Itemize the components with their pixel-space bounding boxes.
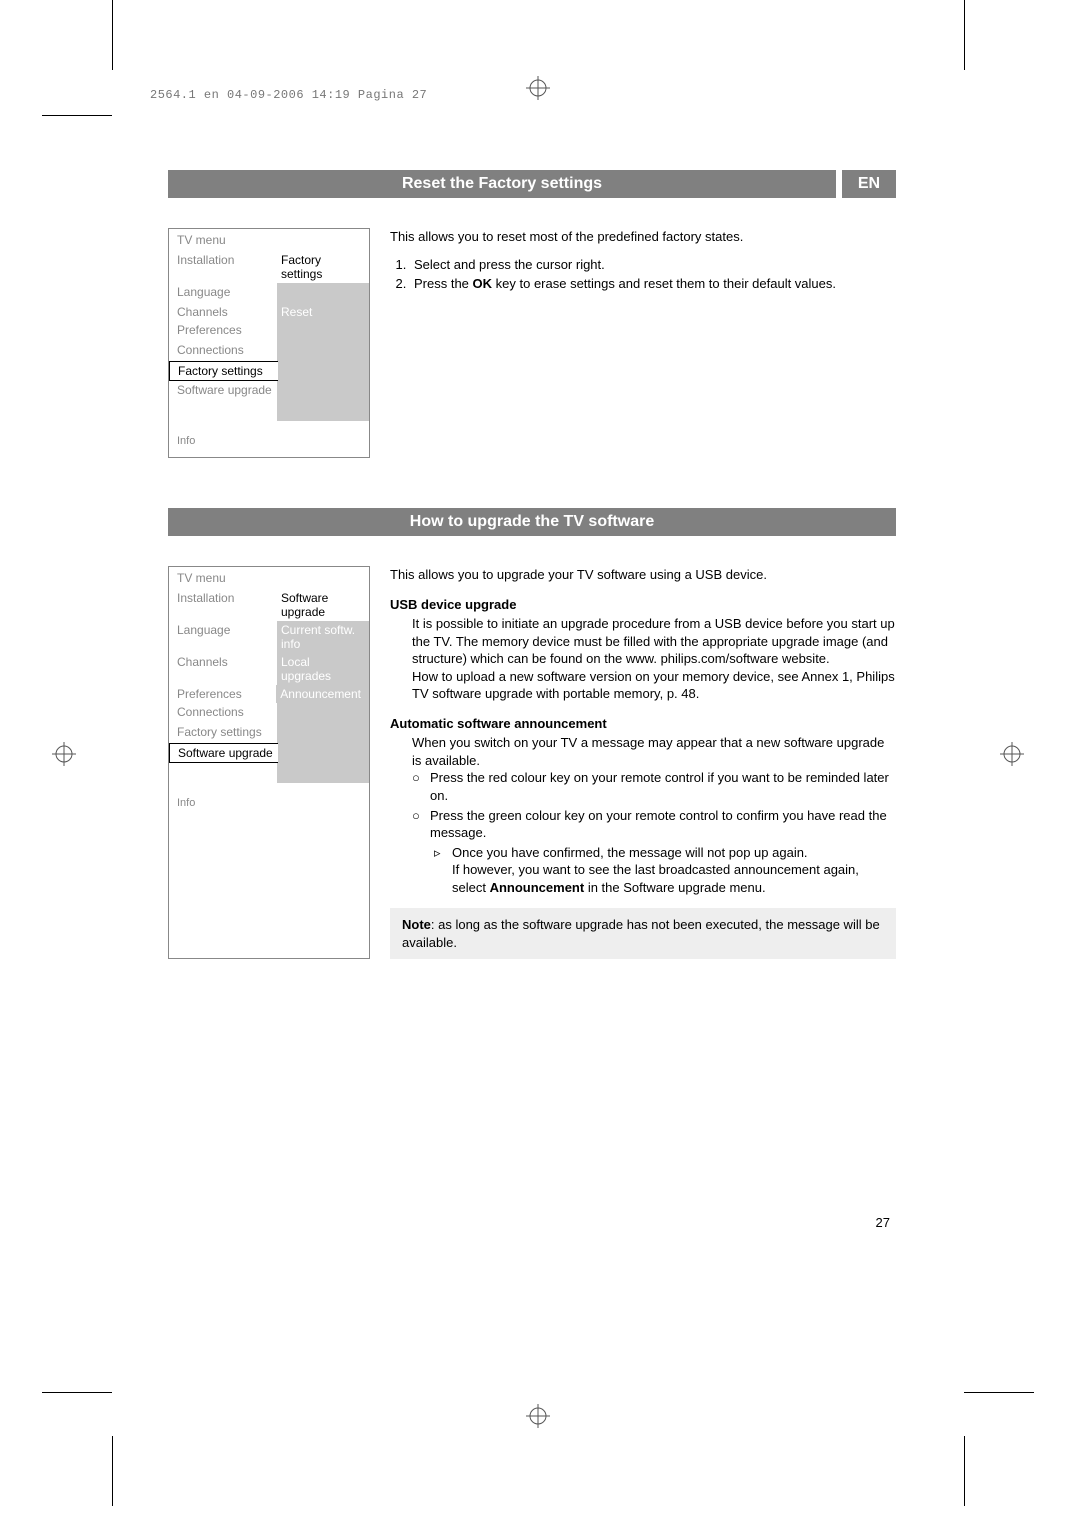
tv-menu-upgrade: TV menu Installation Software upgrade La… <box>168 566 370 959</box>
bullet-item: ○ Press the red colour key on your remot… <box>412 769 896 804</box>
menu-item: Current softw. info <box>277 621 369 653</box>
menu-right-blank <box>278 743 369 763</box>
registration-mark-icon <box>1000 742 1024 766</box>
language-badge: EN <box>842 170 896 198</box>
page: 2564.1 en 04-09-2006 14:19 Pagina 27 Res… <box>0 0 1080 1528</box>
registration-mark-icon <box>52 742 76 766</box>
body-text: This allows you to upgrade your TV softw… <box>390 566 896 959</box>
menu-title: TV menu <box>169 567 369 589</box>
note-box: Note: as long as the software upgrade ha… <box>390 908 896 959</box>
crop-mark <box>112 1436 113 1506</box>
menu-item: Preferences <box>169 321 277 341</box>
registration-mark-icon <box>526 76 550 100</box>
menu-right-heading: Factory settings <box>277 251 369 283</box>
triangle-icon: ▹ <box>434 844 452 897</box>
section-title: Reset the Factory settings <box>168 170 836 198</box>
menu-left-heading: Installation <box>169 589 277 621</box>
menu-right-blank <box>278 361 369 381</box>
menu-left-heading: Installation <box>169 251 277 283</box>
section-title-bar: How to upgrade the TV software <box>168 508 896 536</box>
bullet-item: ○ Press the green colour key on your rem… <box>412 807 896 842</box>
menu-item: Language <box>169 283 277 303</box>
menu-item: Channels <box>169 303 277 321</box>
note-label: Note <box>402 917 431 932</box>
auto-heading: Automatic software announcement <box>390 715 896 733</box>
menu-info: Info <box>169 421 369 457</box>
menu-right-blank <box>277 341 369 361</box>
sub-bullet-item: ▹ Once you have confirmed, the message w… <box>434 844 896 897</box>
usb-paragraph: It is possible to initiate an upgrade pr… <box>412 615 896 668</box>
step: Select and press the cursor right. <box>410 256 896 274</box>
menu-item: Local upgrades <box>277 653 369 685</box>
crop-mark <box>42 115 112 116</box>
menu-item: Announcement <box>276 685 369 703</box>
crop-mark <box>964 1436 965 1506</box>
menu-item-selected: Software upgrade <box>169 743 278 763</box>
body-text: This allows you to reset most of the pre… <box>390 228 896 458</box>
tv-menu-factory: TV menu Installation Factory settings La… <box>168 228 370 458</box>
menu-right-blank <box>277 283 369 303</box>
bullet-text: Press the green colour key on your remot… <box>430 807 896 842</box>
imposition-header: 2564.1 en 04-09-2006 14:19 Pagina 27 <box>150 88 427 102</box>
menu-right-heading: Software upgrade <box>277 589 369 621</box>
bullet-icon: ○ <box>412 807 430 842</box>
step: Press the OK key to erase settings and r… <box>410 275 896 293</box>
menu-item: Factory settings <box>169 723 277 743</box>
crop-mark <box>964 1392 1034 1393</box>
menu-right-blank <box>277 703 369 723</box>
menu-title: TV menu <box>169 229 369 251</box>
registration-mark-icon <box>526 1404 550 1428</box>
crop-mark <box>964 0 965 70</box>
menu-item: Language <box>169 621 277 653</box>
crop-mark <box>42 1392 112 1393</box>
menu-spacer <box>169 763 277 783</box>
bullet-icon: ○ <box>412 769 430 804</box>
steps-list: Select and press the cursor right. Press… <box>390 256 896 293</box>
usb-heading: USB device upgrade <box>390 596 896 614</box>
menu-item: Preferences <box>169 685 276 703</box>
menu-info: Info <box>169 783 369 819</box>
menu-right-blank <box>277 763 369 783</box>
menu-item: Software upgrade <box>169 381 277 401</box>
page-content: Reset the Factory settings EN TV menu In… <box>168 170 896 1009</box>
menu-right-blank <box>277 723 369 743</box>
menu-item: Connections <box>169 341 277 361</box>
section-title: How to upgrade the TV software <box>168 508 896 536</box>
auto-intro: When you switch on your TV a message may… <box>412 734 896 769</box>
usb-paragraph: How to upload a new software version on … <box>412 668 896 703</box>
section-factory-reset: TV menu Installation Factory settings La… <box>168 228 896 458</box>
crop-mark <box>112 0 113 70</box>
menu-right-blank <box>277 381 369 401</box>
intro-text: This allows you to reset most of the pre… <box>390 228 896 246</box>
section-title-bar: Reset the Factory settings EN <box>168 170 896 198</box>
menu-item: Reset <box>277 303 369 321</box>
note-text: : as long as the software upgrade has no… <box>402 917 880 950</box>
sub-bullet-text: Once you have confirmed, the message wil… <box>452 844 896 897</box>
page-number: 27 <box>876 1215 890 1230</box>
menu-item: Connections <box>169 703 277 723</box>
menu-right-blank <box>277 401 369 421</box>
intro-text: This allows you to upgrade your TV softw… <box>390 566 896 584</box>
menu-item-selected: Factory settings <box>169 361 278 381</box>
menu-item: Channels <box>169 653 277 685</box>
menu-right-blank <box>277 321 369 341</box>
menu-spacer <box>169 401 277 421</box>
bullet-text: Press the red colour key on your remote … <box>430 769 896 804</box>
section-software-upgrade: TV menu Installation Software upgrade La… <box>168 566 896 959</box>
